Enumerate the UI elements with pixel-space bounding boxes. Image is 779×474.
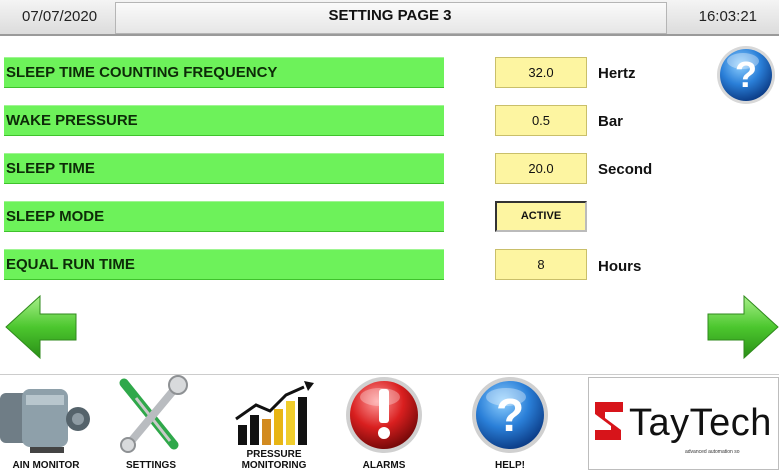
- label-wake-pressure: WAKE PRESSURE: [4, 105, 444, 136]
- nav-main-monitor-label: AIN MONITOR: [12, 460, 80, 471]
- previous-page-button[interactable]: [4, 290, 78, 364]
- value-sleep-time[interactable]: 20.0: [495, 153, 587, 184]
- nav-help-label: HELP!: [495, 460, 525, 471]
- question-icon: ?: [717, 46, 775, 104]
- question-icon: ?: [472, 377, 548, 453]
- nav-pressure-label-line1: PRESSURE: [246, 449, 302, 460]
- label-equal-run-time: EQUAL RUN TIME: [4, 249, 444, 280]
- arrow-left-icon: [5, 294, 77, 360]
- page-title: SETTING PAGE 3: [328, 7, 452, 24]
- nav-help-button[interactable]: ? HELP!: [462, 375, 558, 474]
- next-page-button[interactable]: [706, 290, 779, 364]
- logo-name: TayTech: [629, 402, 772, 444]
- arrow-right-icon: [707, 294, 779, 360]
- logo-tagline: advanced automation so: [685, 449, 740, 455]
- label-sleep-time: SLEEP TIME: [4, 153, 444, 184]
- svg-text:?: ?: [735, 54, 757, 95]
- nav-settings-button[interactable]: SETTINGS: [106, 375, 196, 474]
- header-bar: 07/07/2020 SETTING PAGE 3 16:03:21: [0, 0, 779, 36]
- header-date: 07/07/2020: [22, 8, 98, 25]
- nav-main-monitor-button[interactable]: AIN MONITOR: [0, 375, 92, 474]
- bar-chart-trend-icon: [235, 381, 314, 445]
- taytech-logo: TayTech advanced automation so: [588, 377, 779, 470]
- unit-sleep-time-counting-frequency: Hertz: [598, 65, 636, 82]
- help-button[interactable]: ?: [715, 44, 777, 106]
- nav-pressure-label-line2: MONITORING: [241, 460, 307, 471]
- pump-icon: [0, 389, 90, 453]
- unit-equal-run-time: Hours: [598, 258, 642, 275]
- value-sleep-time-counting-frequency[interactable]: 32.0: [495, 57, 587, 88]
- alarm-exclamation-icon: [346, 377, 422, 453]
- unit-wake-pressure: Bar: [598, 113, 624, 130]
- nav-alarms-label: ALARMS: [362, 460, 406, 471]
- nav-pressure-monitoring-button[interactable]: PRESSURE MONITORING: [226, 375, 322, 474]
- svg-text:?: ?: [496, 389, 524, 441]
- nav-settings-label: SETTINGS: [125, 460, 176, 471]
- header-time: 16:03:21: [698, 8, 757, 25]
- value-wake-pressure[interactable]: 0.5: [495, 105, 587, 136]
- nav-alarms-button[interactable]: ALARMS: [338, 375, 430, 474]
- unit-sleep-time: Second: [598, 161, 653, 178]
- nav-pressure-monitoring-label: PRESSURE MONITORING: [226, 449, 322, 471]
- sleep-mode-toggle-button[interactable]: ACTIVE: [495, 201, 587, 232]
- value-equal-run-time[interactable]: 8: [495, 249, 587, 280]
- label-sleep-time-counting-frequency: SLEEP TIME COUNTING FREQUENCY: [4, 57, 444, 88]
- wrench-screwdriver-icon: [119, 375, 188, 453]
- label-sleep-mode: SLEEP MODE: [4, 201, 444, 232]
- taytech-logo-mark-icon: [595, 402, 623, 440]
